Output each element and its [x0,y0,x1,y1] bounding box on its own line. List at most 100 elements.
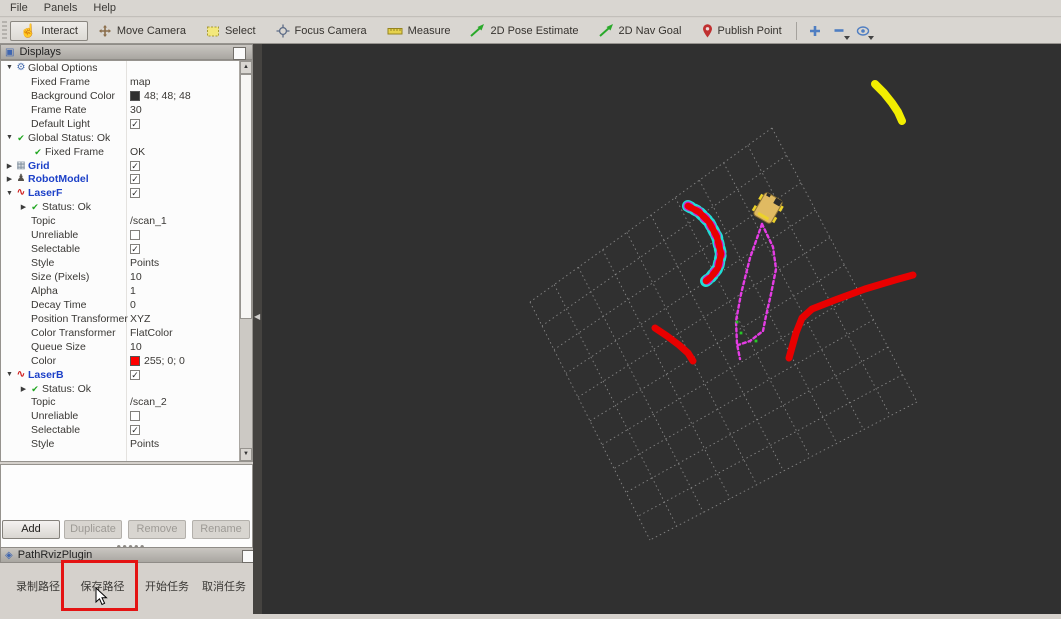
grid-line [577,237,831,398]
3d-viewport[interactable] [262,44,1061,614]
tree-row-global-status-ok[interactable]: ▼ ✔ Global Status: Ok [1,131,252,145]
tree-row-topic[interactable]: Topic/scan_2 [1,396,252,410]
scrollbar-thumb[interactable] [240,74,252,319]
tree-row-unreliable[interactable]: Unreliable [1,409,252,423]
property-value[interactable]: ✓ [130,159,140,173]
property-value[interactable]: ✓ [130,173,140,187]
tree-row-global-options[interactable]: ▼ ⚙ Global Options [1,61,252,75]
collapse-arrow-icon[interactable]: ▼ [5,134,14,141]
toolbar-drag-handle[interactable] [2,20,7,41]
tree-row-size-pixels[interactable]: Size (Pixels) 10 [1,270,252,284]
tree-row-status-ok[interactable]: ▶ ✔ Status: Ok [1,200,252,214]
publish-point-tool-button[interactable]: Publish Point [692,20,792,42]
tool-properties-button[interactable] [851,20,875,42]
checkbox[interactable]: ✓ [130,425,140,436]
property-value[interactable]: ✓ [130,117,140,131]
tree-row-frame-rate[interactable]: Frame Rate 30 [1,103,252,117]
grid-line [637,374,903,517]
gear-icon: ⚙ [16,61,26,73]
check-icon: ✔ [34,146,42,157]
value-text: 255; 0; 0 [144,354,185,367]
nav-goal-tool-button[interactable]: 2D Nav Goal [589,20,692,41]
property-label: Decay Time [31,298,87,311]
remove-tool-button[interactable] [827,20,851,42]
collapse-panel-arrow-icon[interactable]: ◀ [254,312,260,321]
tree-row-selectable[interactable]: Selectable ✓ [1,423,252,437]
move-camera-tool-button[interactable]: Move Camera [88,20,196,42]
tree-row-unreliable[interactable]: Unreliable [1,228,252,242]
tree-row-robotmodel[interactable]: ▶ ♟ RobotModel ✓ [1,173,252,187]
menu-item-panels[interactable]: Panels [36,1,86,15]
property-label: Topic [31,215,56,228]
tree-row-topic[interactable]: Topic/scan_1 [1,214,252,228]
expand-arrow-icon[interactable]: ▶ [19,385,28,393]
tree-row-selectable[interactable]: Selectable ✓ [1,242,252,256]
property-value: 0 [130,298,136,312]
select-icon [206,26,219,36]
checkbox[interactable] [130,230,140,241]
tree-row-background-color[interactable]: Background Color 48; 48; 48 [1,89,252,103]
select-tool-button[interactable]: Select [196,20,266,42]
focus-camera-tool-button[interactable]: Focus Camera [266,20,377,42]
tree-row-default-light[interactable]: Default Light ✓ [1,117,252,131]
tree-row-color-transformer[interactable]: Color Transformer FlatColor [1,326,252,340]
checkbox[interactable]: ✓ [130,174,140,185]
tree-row-style[interactable]: Style Points [1,437,252,451]
property-value[interactable] [130,228,140,242]
collapse-arrow-icon[interactable]: ▼ [5,371,14,378]
checkbox[interactable]: ✓ [130,188,140,199]
tree-row-laserb[interactable]: ▼ ∿ LaserB ✓ [1,368,252,382]
property-value[interactable] [130,409,140,423]
left-panel: ▣ Displays ▼ ⚙ Global Options Fixed Frame ma… [0,44,262,614]
property-value[interactable]: ✓ [130,186,140,200]
interact-hand-icon: ☝ [20,22,37,38]
录制路径-button[interactable]: 录制路径 [7,578,69,599]
scrollbar-down-arrow[interactable]: ▼ [240,448,252,461]
grid-line [625,346,889,493]
displays-panel-icon: ▣ [5,46,15,58]
interact-tool-button[interactable]: ☝ Interact [10,20,88,41]
measure-label: Measure [407,24,451,37]
tree-row-status-ok[interactable]: ▶ ✔ Status: Ok [1,382,252,396]
tree-row-fixed-frame[interactable]: ✔ Fixed Frame OK [1,145,252,159]
menu-item-help[interactable]: Help [85,1,124,15]
pose-estimate-tool-button[interactable]: 2D Pose Estimate [460,20,588,41]
tree-row-alpha[interactable]: Alpha 1 [1,284,252,298]
displays-panel-header[interactable]: ▣ Displays [0,44,253,60]
checkbox[interactable]: ✓ [130,118,140,129]
checkbox[interactable]: ✓ [130,244,140,255]
add-tool-button[interactable] [803,20,827,42]
menu-item-file[interactable]: File [2,1,36,15]
property-value[interactable]: ✓ [130,423,140,437]
grid-line [553,284,678,527]
tree-row-decay-time[interactable]: Decay Time 0 [1,298,252,312]
checkbox[interactable]: ✓ [130,160,140,171]
collapse-arrow-icon[interactable]: ▼ [5,64,14,71]
grid-line [541,155,787,327]
collapse-arrow-icon[interactable]: ▼ [5,190,14,197]
取消任务-button[interactable]: 取消任务 [196,578,252,599]
checkbox[interactable]: ✓ [130,369,140,380]
measure-tool-button[interactable]: Measure [377,21,461,41]
expand-arrow-icon[interactable]: ▶ [19,203,28,211]
view-splitter[interactable]: ◀ [253,44,262,614]
property-value[interactable]: ✓ [130,242,140,256]
scrollbar-up-arrow[interactable]: ▲ [240,61,252,74]
expand-arrow-icon[interactable]: ▶ [5,162,14,170]
displays-tree[interactable]: ▼ ⚙ Global Options Fixed Frame map Background… [0,60,253,462]
property-value[interactable]: ✓ [130,368,140,382]
tree-row-queue-size[interactable]: Queue Size 10 [1,340,252,354]
tree-row-position-transformer[interactable]: Position Transformer XYZ [1,312,252,326]
tree-row-grid[interactable]: ▶ ▦ Grid ✓ [1,159,252,173]
expand-arrow-icon[interactable]: ▶ [5,175,14,183]
tree-row-fixed-frame[interactable]: Fixed Frame map [1,75,252,89]
duplicate-button: Duplicate [64,520,122,539]
check-icon: ✔ [31,202,39,213]
checkbox[interactable] [130,411,140,422]
displays-tree-scrollbar[interactable]: ▲ ▼ [239,61,252,461]
tree-row-laserf[interactable]: ▼ ∿ LaserF ✓ [1,186,252,200]
displays-panel-float-button[interactable] [233,47,246,60]
tree-row-color[interactable]: Color 255; 0; 0 [1,354,252,368]
tree-row-style[interactable]: Style Points [1,256,252,270]
add-button[interactable]: Add [2,520,60,539]
